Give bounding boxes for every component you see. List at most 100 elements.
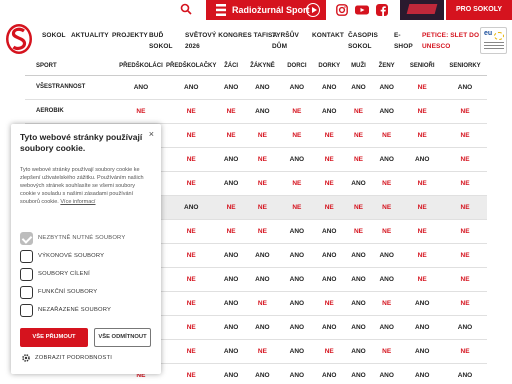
table-cell: ANO bbox=[217, 75, 245, 100]
gear-icon[interactable] bbox=[21, 353, 31, 363]
table-cell: ANO bbox=[217, 267, 245, 292]
accept-all-button[interactable]: VŠE PŘIJMOUT bbox=[20, 328, 88, 347]
table-cell: NE bbox=[401, 123, 444, 148]
table-cell: ANO bbox=[280, 219, 314, 244]
table-cell: ANO bbox=[443, 315, 487, 340]
show-details-link[interactable]: ZOBRAZIT PODROBNOSTI bbox=[35, 355, 112, 361]
sokol-logo[interactable] bbox=[5, 23, 33, 55]
table-cell: NE bbox=[313, 339, 345, 364]
table-cell: NE bbox=[244, 195, 281, 220]
reject-all-button[interactable]: VŠE ODMÍTNOUT bbox=[94, 328, 151, 347]
checkbox-unclassified[interactable] bbox=[20, 304, 33, 317]
table-cell: ANO bbox=[401, 147, 444, 172]
table-cell: NE bbox=[217, 123, 245, 148]
table-cell: ANO bbox=[217, 339, 245, 364]
table-cell: ANO bbox=[372, 363, 402, 384]
table-cell: ANO bbox=[116, 75, 165, 100]
table-cell: NE bbox=[443, 99, 487, 124]
checkbox-performance[interactable] bbox=[20, 250, 33, 263]
youtube-icon[interactable] bbox=[355, 4, 369, 16]
nav-item-tyrsuv-dum[interactable]: TYRŠŮV DŮM bbox=[272, 30, 299, 52]
table-cell: ANO bbox=[313, 363, 345, 384]
instagram-icon[interactable] bbox=[336, 4, 348, 16]
radiozurnal-sport-banner[interactable]: Radiožurnál Sport bbox=[206, 0, 326, 20]
table-cell: NE bbox=[164, 147, 218, 172]
table-cell: NE bbox=[116, 99, 165, 124]
nav-item-casopis-sokol[interactable]: ČASOPIS SOKOL bbox=[348, 30, 378, 52]
table-cell: ANO bbox=[217, 291, 245, 316]
table-cell: NE bbox=[164, 291, 218, 316]
table-cell: NE bbox=[401, 219, 444, 244]
checkbox-targeting[interactable] bbox=[20, 268, 33, 281]
table-cell: ANO bbox=[217, 147, 245, 172]
checkbox-functional[interactable] bbox=[20, 286, 33, 299]
search-icon[interactable] bbox=[180, 3, 192, 15]
table-cell: NE bbox=[244, 123, 281, 148]
nav-item-bud-sokol[interactable]: BUĎ SOKOL bbox=[149, 30, 173, 52]
sport-name-cell: AEROBIK bbox=[25, 99, 117, 124]
play-icon[interactable] bbox=[306, 3, 320, 17]
table-cell: ANO bbox=[313, 243, 345, 268]
promo-banner-image[interactable] bbox=[400, 0, 444, 20]
table-cell: ANO bbox=[280, 243, 314, 268]
eu-stars-icon bbox=[494, 32, 504, 40]
pro-sokoly-button[interactable]: PRO SOKOLY bbox=[446, 0, 512, 20]
table-cell: ANO bbox=[344, 267, 373, 292]
column-header: SPORT bbox=[25, 58, 117, 76]
table-cell: ANO bbox=[280, 75, 314, 100]
table-cell: ANO bbox=[217, 171, 245, 196]
table-cell: ANO bbox=[344, 75, 373, 100]
cookie-description: Tyto webové stránky používají soubory co… bbox=[20, 167, 144, 205]
table-cell: ANO bbox=[313, 267, 345, 292]
table-cell: NE bbox=[313, 291, 345, 316]
nav-item-kontakt[interactable]: KONTAKT bbox=[312, 30, 344, 41]
nav-item-eshop[interactable]: E- SHOP bbox=[394, 30, 413, 52]
table-cell: ANO bbox=[344, 171, 373, 196]
table-header-row: SPORT PŘEDŠKOLÁCI PŘEDŠKOLAČKY ŽÁCI ŽÁKY… bbox=[25, 58, 487, 76]
table-cell: NE bbox=[217, 219, 245, 244]
table-cell: ANO bbox=[401, 315, 444, 340]
table-cell: NE bbox=[244, 291, 281, 316]
nav-item-svetovy-kongres[interactable]: SVĚTOVÝ KONGRES TAFISA 2026 bbox=[185, 30, 277, 52]
table-cell: ANO bbox=[443, 363, 487, 384]
table-cell: ANO bbox=[217, 315, 245, 340]
table-cell: NE bbox=[164, 363, 218, 384]
table-cell: NE bbox=[401, 171, 444, 196]
table-cell: ANO bbox=[244, 267, 281, 292]
table-cell: NE bbox=[344, 123, 373, 148]
column-header: PŘEDŠKOLÁCI bbox=[116, 58, 165, 76]
nav-item-aktuality[interactable]: AKTUALITY bbox=[71, 30, 109, 41]
table-cell: ANO bbox=[313, 99, 345, 124]
table-cell: NE bbox=[372, 123, 402, 148]
column-header: DORCI bbox=[280, 58, 314, 76]
table-cell: NE bbox=[443, 123, 487, 148]
more-info-link[interactable]: Více informací bbox=[60, 199, 95, 205]
table-cell: NE bbox=[344, 99, 373, 124]
column-header: SENIORKY bbox=[443, 58, 487, 76]
table-cell: ANO bbox=[244, 99, 281, 124]
cookie-option-functional[interactable]: FUNKČNÍ SOUBORY bbox=[20, 286, 155, 300]
table-cell: NE bbox=[401, 195, 444, 220]
table-cell: NE bbox=[401, 243, 444, 268]
nav-item-sokol[interactable]: SOKOL bbox=[42, 30, 66, 41]
table-cell: ANO bbox=[401, 339, 444, 364]
table-cell: ANO bbox=[372, 147, 402, 172]
unesco-badge[interactable]: eu bbox=[480, 27, 507, 54]
facebook-icon[interactable] bbox=[376, 4, 388, 16]
badge-text-lines bbox=[484, 42, 504, 50]
cookie-option-unclassified[interactable]: NEZAŘAZENÉ SOUBORY bbox=[20, 304, 155, 318]
table-cell: ANO bbox=[244, 363, 281, 384]
cookie-option-targeting[interactable]: SOUBORY CÍLENÍ bbox=[20, 268, 155, 282]
table-cell: ANO bbox=[401, 291, 444, 316]
table-cell: NE bbox=[280, 171, 314, 196]
nav-item-projekty[interactable]: PROJEKTY bbox=[112, 30, 148, 41]
nav-item-petice[interactable]: PETICE: SLET DO UNESCO bbox=[422, 30, 479, 52]
close-icon[interactable]: × bbox=[149, 129, 154, 139]
table-cell: NE bbox=[280, 99, 314, 124]
table-cell: ANO bbox=[372, 315, 402, 340]
cookie-option-performance[interactable]: VÝKONOVÉ SOUBORY bbox=[20, 250, 155, 264]
table-cell: NE bbox=[313, 123, 345, 148]
table-cell: ANO bbox=[372, 267, 402, 292]
table-cell: NE bbox=[164, 99, 218, 124]
table-cell: NE bbox=[372, 195, 402, 220]
